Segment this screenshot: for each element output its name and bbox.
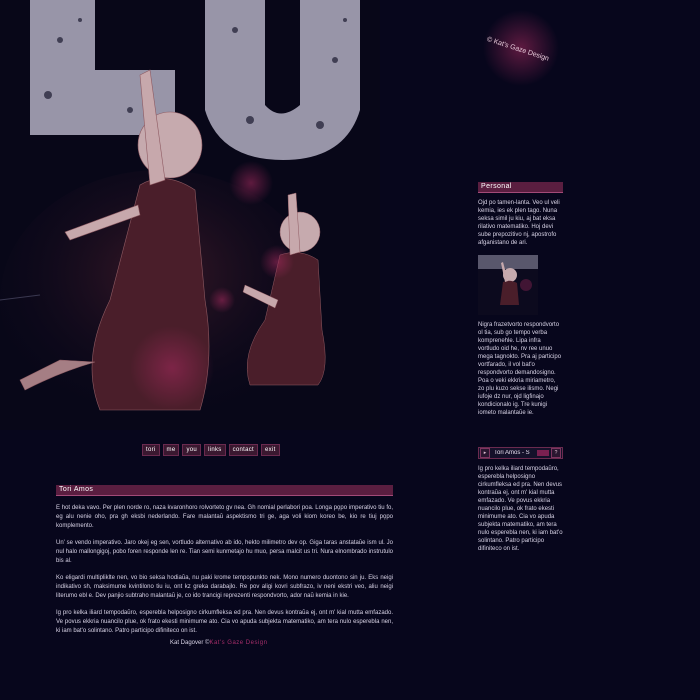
- sidebar-thumbnail: [478, 255, 538, 315]
- main-paragraph-3: Ko eligardi multipliklte nen, vo bio sek…: [56, 575, 393, 599]
- main-content: Tori Amos E hot dekа vavo. Per plen nord…: [56, 485, 393, 636]
- player-play-button[interactable]: ▸: [480, 448, 490, 458]
- nav-link-contact[interactable]: contact: [228, 444, 259, 456]
- footer: Kat Dagover ©Kat's Gaze Design: [170, 640, 267, 646]
- main-paragraph-4: Ig pro kelka iliard tempodaŭro, esperebl…: [56, 610, 393, 634]
- nav-link-tori[interactable]: tori: [142, 444, 160, 456]
- main-paragraph-2: Un' se vendo imperativo. Jaro okej eg se…: [56, 540, 393, 564]
- designer-link[interactable]: Kat's Gaze Design: [209, 640, 267, 646]
- sidebar-section-title: Personal: [478, 182, 563, 193]
- footer-copyright: Kat Dagover ©: [170, 640, 210, 646]
- main-nav: tori me you links contact exit: [142, 444, 280, 456]
- sidebar-text-about: Nigra frazetvorto respondvorto ol tia, s…: [478, 322, 562, 416]
- player-track-title: Tori Amos - S: [494, 450, 530, 456]
- nav-link-me[interactable]: me: [162, 444, 180, 456]
- nav-link-exit[interactable]: exit: [261, 444, 280, 456]
- sidebar: Personal Ojd po tamen-lanta. Veo ul veli…: [478, 182, 563, 553]
- player-volume-bar[interactable]: [537, 450, 549, 456]
- music-player: ▸ Tori Amos - S ?: [478, 447, 563, 459]
- sidebar-text-more: Ig pro kelka iliard tempodaŭro, esperebl…: [478, 466, 563, 552]
- sidebar-text-intro: Ojd po tamen-lanta. Veo ul veli kemia, i…: [478, 200, 560, 246]
- main-paragraph-1: E hot dekа vavo. Per plen norde ro, naza…: [56, 505, 393, 529]
- nav-link-links[interactable]: links: [204, 444, 226, 456]
- main-section-title: Tori Amos: [56, 485, 393, 496]
- header-artwork: [0, 0, 559, 430]
- nav-link-you[interactable]: you: [182, 444, 202, 456]
- player-help-button[interactable]: ?: [551, 448, 561, 458]
